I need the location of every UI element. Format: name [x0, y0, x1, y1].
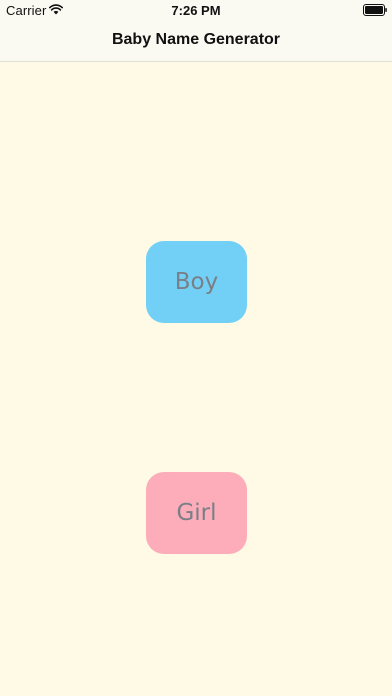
main-content: Boy Girl [0, 62, 392, 696]
navigation-bar: Baby Name Generator [0, 20, 392, 62]
girl-button[interactable]: Girl [146, 472, 247, 554]
clock-time: 7:26 PM [171, 3, 221, 18]
page-title: Baby Name Generator [111, 31, 281, 48]
status-bar: Carrier 7:26 PM [0, 0, 392, 20]
boy-button[interactable]: Boy [146, 241, 247, 323]
battery-icon [363, 4, 387, 16]
